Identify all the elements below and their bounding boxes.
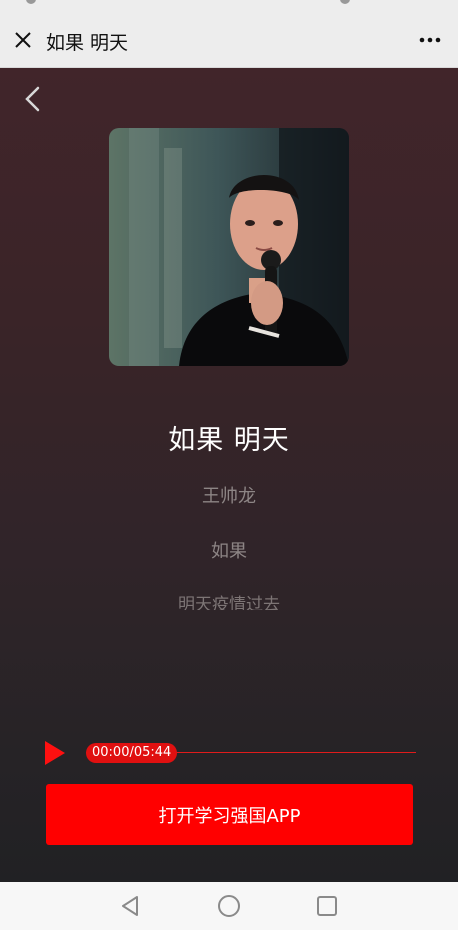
- system-nav-bar: [0, 882, 458, 930]
- more-icon[interactable]: [416, 28, 444, 52]
- open-app-button[interactable]: 打开学习强国APP: [46, 784, 413, 845]
- chevron-left-icon[interactable]: [18, 84, 48, 114]
- status-icon: [340, 0, 350, 4]
- recents-square-icon[interactable]: [315, 894, 339, 918]
- music-player: 如果 明天 王帅龙 如果 明天疫情过去 00:00/05:44 打开学习强国AP…: [0, 68, 458, 882]
- page-title: 如果 明天: [46, 32, 129, 54]
- top-bar: 如果 明天: [0, 14, 458, 68]
- lyric-line: 明天疫情过去: [178, 595, 280, 610]
- home-circle-icon[interactable]: [217, 894, 241, 918]
- status-bar: [0, 0, 458, 14]
- play-icon[interactable]: [44, 740, 66, 766]
- status-icon: [26, 0, 36, 4]
- song-title: 如果 明天: [168, 425, 290, 456]
- close-icon[interactable]: [10, 27, 36, 53]
- album-cover: [109, 128, 349, 366]
- artist-name: 王帅龙: [202, 486, 256, 507]
- lyric-line: 如果: [211, 541, 247, 562]
- progress-time[interactable]: 00:00/05:44: [86, 743, 178, 763]
- back-triangle-icon[interactable]: [118, 894, 142, 918]
